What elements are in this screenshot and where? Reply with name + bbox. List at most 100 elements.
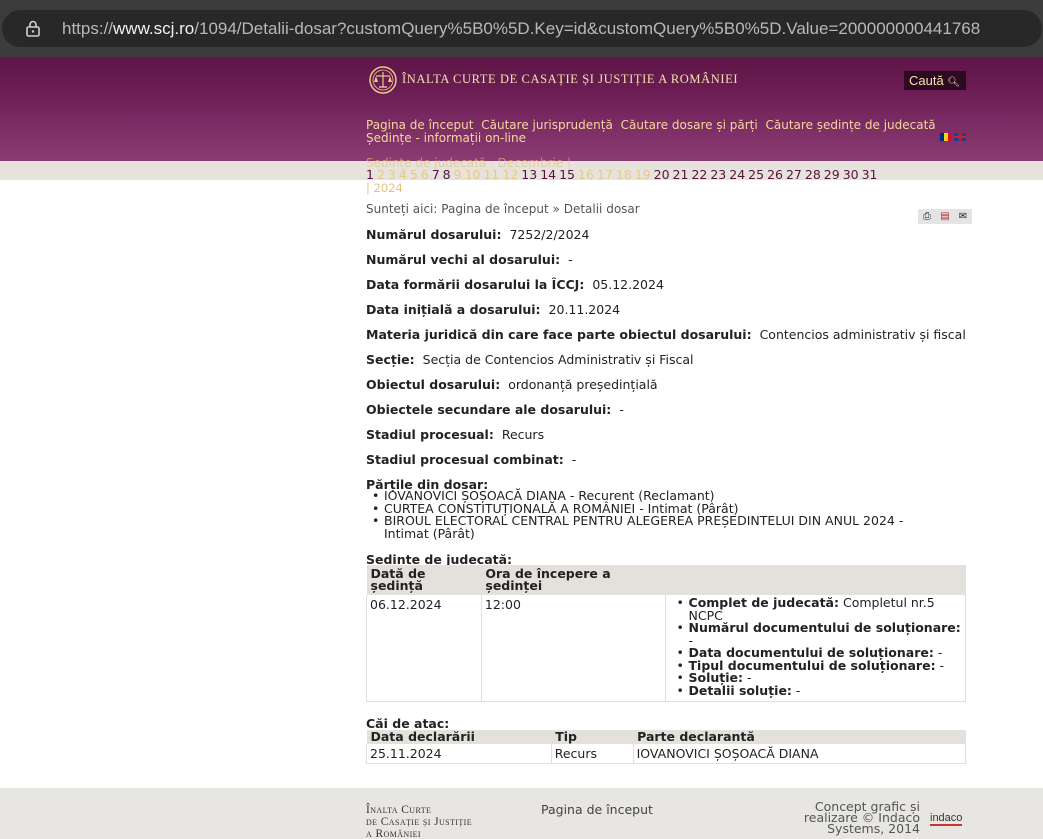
day-link[interactable]: 16: [578, 167, 594, 182]
field-label: Stadiul procesual:: [366, 427, 494, 442]
party-item: BIROUL ELECTORAL CENTRAL PENTRU ALEGEREA…: [366, 514, 926, 540]
nav-item-jurisprudence[interactable]: Căutare jurisprudență: [481, 118, 613, 132]
nav-item-hearing-search[interactable]: Căutare ședințe de judecată: [766, 118, 936, 132]
detail-item: Detalii soluție: -: [669, 684, 962, 698]
detail-item: Numărul documentului de soluționare: -: [669, 621, 962, 647]
field-value: Secția de Contencios Administrativ și Fi…: [422, 352, 694, 367]
field-value: Contencios administrativ și fiscal: [759, 327, 966, 342]
table-row: 06.12.2024 12:00 Complet de judecată: Co…: [366, 595, 967, 702]
url-text[interactable]: https://www.scj.ro/1094/Detalii-dosar?cu…: [62, 19, 980, 39]
email-icon[interactable]: ✉: [957, 211, 969, 222]
legal-matter-row: Materia juridică din care face parte obi…: [366, 327, 966, 342]
day-link[interactable]: 31: [862, 167, 878, 182]
footer-credit: Concept grafic și realizare © Indaco Sys…: [803, 799, 920, 836]
column-header: Data declarării: [366, 730, 552, 744]
day-link[interactable]: 8: [443, 167, 451, 182]
nav-item-case-search[interactable]: Căutare dosare și părți: [621, 118, 758, 132]
romanian-flag-icon[interactable]: [940, 133, 952, 141]
breadcrumb-separator: »: [552, 202, 560, 216]
site-footer: Înalta Curte de Casație și Justiție a Ro…: [0, 788, 1043, 839]
field-label: Data inițială a dosarului:: [366, 302, 541, 317]
day-link[interactable]: 15: [559, 167, 575, 182]
day-link[interactable]: 20: [654, 167, 670, 182]
column-header: [665, 565, 966, 595]
day-link[interactable]: 30: [843, 167, 859, 182]
breadcrumb-current: Detalii dosar: [563, 202, 640, 216]
pdf-icon[interactable]: ▤: [939, 211, 951, 222]
indaco-logo[interactable]: indaco: [930, 813, 963, 826]
calendar-year[interactable]: | 2024: [366, 181, 403, 195]
column-header: Dată de ședință: [366, 565, 482, 595]
field-value: 05.12.2024: [592, 277, 664, 292]
search-button[interactable]: Caută 🔍︎: [904, 71, 966, 90]
initial-date-row: Data inițială a dosarului: 20.11.2024: [366, 302, 620, 317]
day-link[interactable]: 7: [432, 167, 440, 182]
breadcrumb-home-link[interactable]: Pagina de început: [441, 202, 548, 216]
day-link[interactable]: 29: [824, 167, 840, 182]
breadcrumb-prefix: Sunteți aici:: [366, 202, 438, 216]
combined-stage-row: Stadiul procesual combinat: -: [366, 452, 576, 467]
field-label: Obiectul dosarului:: [366, 377, 501, 392]
day-link[interactable]: 24: [729, 167, 745, 182]
day-link[interactable]: 17: [597, 167, 613, 182]
field-label: Numărul vechi al dosarului:: [366, 252, 561, 267]
field-value: 7252/2/2024: [509, 227, 590, 242]
day-link[interactable]: 11: [483, 167, 499, 182]
page-tools: ⎙ ▤ ✉: [918, 209, 972, 224]
hearing-time: 12:00: [481, 595, 666, 702]
day-link[interactable]: 6: [421, 167, 429, 182]
day-link[interactable]: 12: [502, 167, 518, 182]
day-link[interactable]: 26: [767, 167, 783, 182]
browser-toolbar: https://www.scj.ro/1094/Detalii-dosar?cu…: [0, 0, 1043, 57]
field-label: Numărul dosarului:: [366, 227, 502, 242]
day-link[interactable]: 2: [377, 167, 385, 182]
day-link[interactable]: 18: [616, 167, 632, 182]
day-link[interactable]: 3: [388, 167, 396, 182]
site-title[interactable]: Înalta Curte de Casație și Justiție a Ro…: [402, 72, 738, 87]
day-link[interactable]: 5: [410, 167, 418, 182]
day-link[interactable]: 23: [710, 167, 726, 182]
old-case-number-row: Numărul vechi al dosarului: -: [366, 252, 573, 267]
column-header: Ora de începere a ședinței: [481, 565, 666, 595]
appeals-table: Data declarării Tip Parte declarantă 25.…: [366, 730, 967, 764]
day-link[interactable]: 19: [635, 167, 651, 182]
footer-home-link[interactable]: Pagina de început: [541, 802, 653, 817]
field-value: -: [571, 452, 577, 467]
day-link[interactable]: 25: [748, 167, 764, 182]
day-link[interactable]: 21: [673, 167, 689, 182]
day-link[interactable]: 13: [521, 167, 537, 182]
day-link[interactable]: 22: [691, 167, 707, 182]
day-link[interactable]: 4: [399, 167, 407, 182]
field-value: -: [619, 402, 624, 417]
column-header: Tip: [551, 730, 634, 744]
detail-item: Complet de judecată: Completul nr.5 NCPC: [669, 596, 962, 622]
site-header: Înalta Curte de Casație și Justiție a Ro…: [0, 57, 1043, 161]
day-link[interactable]: 28: [805, 167, 821, 182]
field-value: -: [568, 252, 573, 267]
day-link[interactable]: 14: [540, 167, 556, 182]
nav-item-home[interactable]: Pagina de început: [366, 118, 473, 132]
day-link[interactable]: 10: [465, 167, 481, 182]
formation-date-row: Data formării dosarului la ÎCCJ: 05.12.20…: [366, 277, 664, 292]
english-flag-icon[interactable]: [954, 133, 966, 141]
column-header: Parte declarantă: [633, 730, 966, 744]
lock-icon[interactable]: [24, 19, 42, 37]
search-icon: 🔍︎: [947, 77, 961, 88]
case-number-row: Numărul dosarului: 7252/2/2024: [366, 227, 589, 242]
procedural-stage-row: Stadiul procesual: Recurs: [366, 427, 544, 442]
address-bar[interactable]: https://www.scj.ro/1094/Detalii-dosar?cu…: [2, 10, 1042, 47]
court-emblem-icon[interactable]: [368, 65, 398, 95]
nav-item-online-hearings[interactable]: Ședințe - informații on-line: [366, 131, 526, 145]
print-icon[interactable]: ⎙: [921, 211, 933, 222]
parties-list: IOVANOVICI ȘOȘOACĂ DIANA - Recurent (Rec…: [366, 489, 926, 540]
day-link[interactable]: 1: [366, 167, 374, 182]
day-link[interactable]: 27: [786, 167, 802, 182]
case-object-row: Obiectul dosarului: ordonanță președinția…: [366, 377, 658, 392]
section-row: Secție: Secția de Contencios Administrati…: [366, 352, 694, 367]
field-value: Recurs: [501, 427, 545, 442]
language-flags: [940, 133, 966, 141]
day-link[interactable]: 9: [454, 167, 462, 182]
table-header-row: Dată de ședință Ora de începere a ședinț…: [366, 565, 966, 595]
main-nav: Pagina de început Căutare jurisprudență …: [366, 119, 966, 145]
hearings-table: Dată de ședință Ora de începere a ședinț…: [366, 565, 967, 702]
